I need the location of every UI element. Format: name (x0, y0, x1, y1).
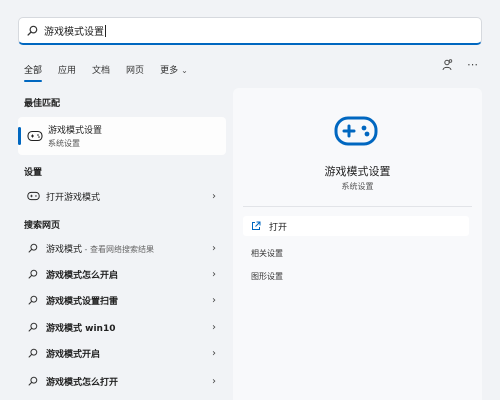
gamepad-icon (26, 191, 40, 201)
web-result-item[interactable]: 游戏模式 win10 › (18, 316, 226, 338)
more-options-icon[interactable]: ⋯ (467, 58, 478, 71)
web-result-item[interactable]: 游戏模式怎么开启 › (18, 263, 226, 285)
section-web: 搜索网页 (24, 221, 61, 231)
tab-more-label: 更多 (160, 65, 179, 76)
web-result-label: 游戏模式 (46, 244, 83, 255)
chevron-right-icon: › (212, 375, 216, 387)
web-result-item[interactable]: 游戏模式开启 › (18, 342, 226, 364)
tab-documents[interactable]: 文档 (92, 63, 110, 76)
tab-more[interactable]: 更多 ⌄ (160, 63, 188, 76)
search-icon (26, 295, 40, 305)
gamepad-icon (26, 130, 44, 142)
web-result-item[interactable]: 游戏模式怎么打开 › (18, 370, 226, 392)
web-result-label: 游戏模式设置扫雷 (46, 296, 119, 307)
divider (243, 206, 472, 207)
web-result-suffix: - 查看网络搜索结果 (82, 244, 154, 254)
selection-indicator (18, 127, 21, 145)
graphics-settings-link[interactable]: 图形设置 (251, 271, 283, 282)
account-icon[interactable] (441, 58, 453, 71)
best-match-item[interactable]: 游戏模式设置 系统设置 (18, 117, 226, 155)
settings-item-open-game-mode[interactable]: 打开游戏模式 › (18, 185, 226, 207)
web-result-label: 游戏模式 win10 (46, 323, 116, 334)
search-icon (26, 348, 40, 358)
section-settings: 设置 (24, 168, 43, 178)
open-button-label: 打开 (269, 222, 288, 233)
tab-apps[interactable]: 应用 (58, 63, 76, 76)
chevron-right-icon: › (212, 190, 216, 202)
tab-all[interactable]: 全部 (24, 63, 43, 82)
detail-pane: 游戏模式设置 系统设置 打开 相关设置 图形设置 (233, 88, 482, 400)
gamepad-icon (334, 116, 378, 146)
chevron-right-icon: › (212, 347, 216, 359)
web-result-item[interactable]: 游戏模式设置扫雷 › (18, 289, 226, 311)
detail-title: 游戏模式设置 (324, 165, 391, 178)
web-result-item[interactable]: 游戏模式 - 查看网络搜索结果 › (18, 237, 226, 259)
search-icon (26, 322, 40, 332)
search-icon (26, 269, 40, 279)
top-actions: ⋯ (441, 58, 478, 71)
web-result-label: 游戏模式怎么开启 (46, 270, 119, 281)
chevron-right-icon: › (212, 294, 216, 306)
settings-item-label: 打开游戏模式 (46, 192, 101, 203)
filter-tabs: 全部 应用 文档 网页 更多 ⌄ (24, 61, 204, 82)
open-button[interactable]: 打开 (243, 216, 469, 236)
web-result-label: 游戏模式怎么打开 (46, 377, 119, 388)
section-best-match: 最佳匹配 (24, 99, 61, 109)
tab-web[interactable]: 网页 (126, 63, 144, 76)
text-caret (105, 24, 106, 37)
web-result-label: 游戏模式开启 (46, 349, 101, 360)
search-icon (26, 376, 40, 386)
search-input[interactable]: 游戏模式设置 (44, 23, 104, 38)
search-box[interactable]: 游戏模式设置 (18, 17, 482, 45)
open-external-icon (252, 221, 261, 230)
best-match-subtitle: 系统设置 (48, 139, 80, 148)
chevron-right-icon: › (212, 268, 216, 280)
search-panel: 游戏模式设置 全部 应用 文档 网页 更多 ⌄ ⋯ 最佳匹配 游戏模式设置 系统… (0, 0, 500, 400)
search-icon (26, 243, 40, 253)
search-icon (27, 25, 38, 36)
chevron-right-icon: › (212, 321, 216, 333)
related-settings-heading: 相关设置 (251, 249, 283, 258)
chevron-right-icon: › (212, 242, 216, 254)
detail-subtitle: 系统设置 (341, 182, 374, 191)
chevron-down-icon: ⌄ (181, 65, 188, 75)
best-match-title: 游戏模式设置 (48, 126, 103, 136)
